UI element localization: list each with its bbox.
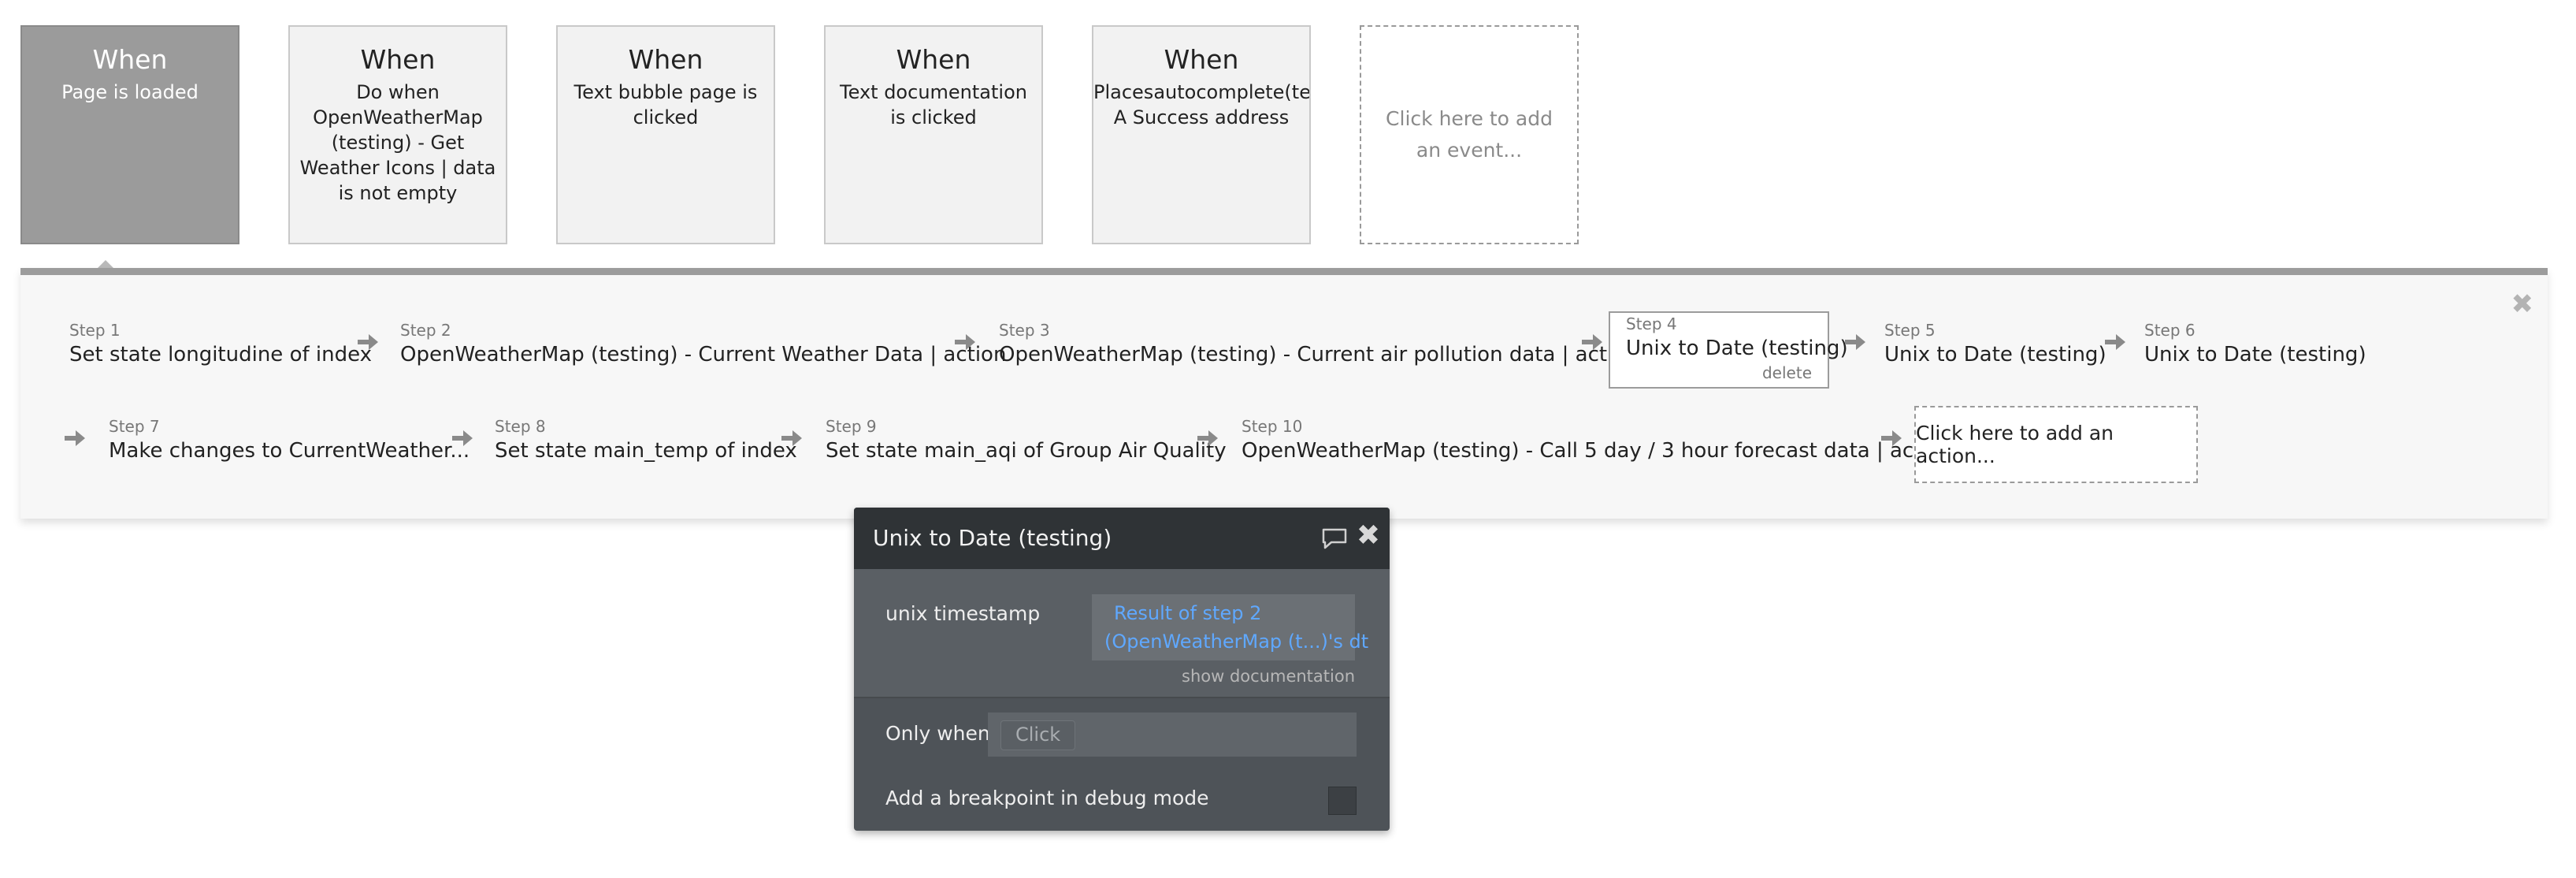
arrow-right-icon [953,330,977,354]
arrow-right-icon [451,426,474,450]
comment-icon[interactable] [1320,526,1349,550]
close-editor-icon[interactable]: ✖ [1357,520,1380,552]
only-when-placeholder[interactable]: Click [1000,720,1076,750]
arrow-right-icon [1843,330,1867,354]
step-name: Make changes to CurrentWeather... [109,439,470,463]
step-number: Step 5 [1884,321,1936,340]
step-name: Unix to Date (testing) [1884,343,2106,366]
event-when-label: When [360,44,436,75]
only-when-label: Only when [885,722,990,745]
step-10[interactable]: Step 10 OpenWeatherMap (testing) - Call … [1242,417,1953,463]
event-card-weather-icons[interactable]: When Do when OpenWeatherMap (testing) - … [288,25,507,244]
workflow-steps-panel: ✖ Step 1 Set state longitudine of index … [20,268,2548,519]
arrow-right-icon [63,426,87,450]
editor-title: Unix to Date (testing) [873,525,1112,551]
step-number: Step 3 [999,321,1050,340]
event-card-page-loaded[interactable]: When Page is loaded [20,25,239,244]
event-when-label: When [1164,44,1239,75]
event-card-text-bubble[interactable]: When Text bubble page is clicked [556,25,775,244]
step-number: Step 8 [495,417,546,436]
step-name: Set state main_aqi of Group Air Quality [826,439,1227,463]
step-name: Set state main_temp of index [495,439,797,463]
step-number: Step 2 [400,321,451,340]
event-description: Placesautocomplete(tes A Success address [1093,81,1311,128]
event-description: Text documentation is clicked [840,81,1027,128]
event-card-places-autocomplete[interactable]: When Placesautocomplete(tes A Success ad… [1092,25,1311,244]
step-number: Step 6 [2144,321,2196,340]
arrow-right-icon [1196,426,1219,450]
event-when-label: When [92,44,168,75]
step-number: Step 4 [1626,314,1677,333]
step-name: Unix to Date (testing) [2144,343,2366,366]
step-5[interactable]: Step 5 Unix to Date (testing) [1884,321,2106,366]
event-when-label: When [896,44,971,75]
step-8[interactable]: Step 8 Set state main_temp of index [495,417,797,463]
step-7[interactable]: Step 7 Make changes to CurrentWeather... [109,417,470,463]
editor-header: Unix to Date (testing) ✖ [854,508,1390,569]
close-workflow-icon[interactable]: ✖ [2511,291,2534,318]
event-description: Do when OpenWeatherMap (testing) - Get W… [299,81,496,204]
step-2[interactable]: Step 2 OpenWeatherMap (testing) - Curren… [400,321,1006,366]
step-4-selected[interactable]: Step 4 Unix to Date (testing) delete [1609,311,1848,389]
step-9[interactable]: Step 9 Set state main_aqi of Group Air Q… [826,417,1227,463]
event-description: Text bubble page is clicked [573,81,758,128]
divider [854,697,1390,698]
arrow-right-icon [2103,330,2127,354]
step-number: Step 1 [69,321,121,340]
step-name: OpenWeatherMap (testing) - Call 5 day / … [1242,439,1954,463]
breakpoint-checkbox[interactable] [1328,787,1357,815]
show-documentation-link[interactable]: show documentation [1182,667,1355,686]
arrow-right-icon [1880,426,1903,450]
step-3[interactable]: Step 3 OpenWeatherMap (testing) - Curren… [999,321,1639,366]
step-number: Step 10 [1242,417,1303,436]
add-action-button[interactable]: Click here to add an action... [1914,406,2198,483]
add-event-button[interactable]: Click here to add an event... [1360,25,1579,244]
step-number: Step 7 [109,417,160,436]
breakpoint-label: Add a breakpoint in debug mode [885,787,1209,809]
arrow-right-icon [780,426,804,450]
step-name: Unix to Date (testing) [1626,337,1848,360]
step-number: Step 9 [826,417,877,436]
step-name: Set state longitudine of index [69,343,373,366]
delete-step-link[interactable]: delete [1762,363,1812,382]
step-1[interactable]: Step 1 Set state longitudine of index [69,321,372,366]
only-when-field[interactable]: Click [988,712,1357,757]
unix-timestamp-row: unix timestamp Result of step 2 (OpenWea… [854,569,1390,697]
event-card-text-documentation[interactable]: When Text documentation is clicked [824,25,1043,244]
action-property-editor: Unix to Date (testing) ✖ unix timestamp … [854,508,1390,831]
add-action-label: Click here to add an action... [1916,422,2114,467]
step-name: OpenWeatherMap (testing) - Current Weath… [400,343,1007,366]
arrow-right-icon [356,330,380,354]
unix-timestamp-field[interactable]: Result of step 2 (OpenWeatherMap (t...)'… [1092,594,1369,660]
event-when-label: When [628,44,703,75]
step-name: OpenWeatherMap (testing) - Current air p… [999,343,1639,366]
step-6[interactable]: Step 6 Unix to Date (testing) [2144,321,2366,366]
event-description: Page is loaded [61,81,199,103]
add-event-label: Click here to add an event... [1386,107,1553,162]
dynamic-expression-line2: (OpenWeatherMap (t...)'s dt [1104,631,1369,653]
arrow-right-icon [1580,330,1604,354]
dynamic-expression-line1: Result of step 2 [1114,602,1262,624]
unix-timestamp-label: unix timestamp [885,602,1041,625]
